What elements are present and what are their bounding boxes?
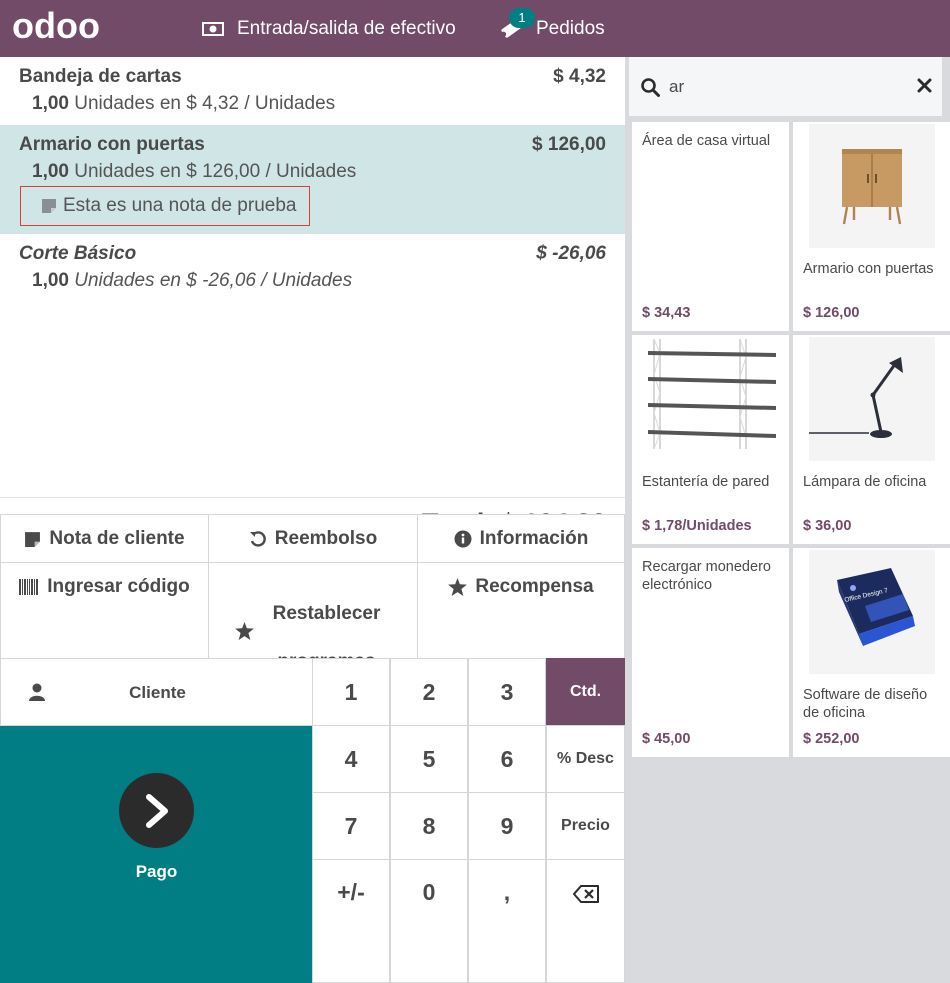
order-line-price: $ -26,06	[536, 243, 606, 264]
numpad-key-0[interactable]: 0	[390, 859, 468, 983]
order-line-price: $ 126,00	[532, 134, 606, 155]
product-image-lamp	[809, 337, 935, 461]
cash-in-out-label: Entrada/salida de efectivo	[237, 17, 456, 39]
mode-price-button[interactable]: Precio	[546, 792, 625, 860]
order-line-unit-text: Unidades en $ 126,00 / Unidades	[74, 161, 357, 182]
customer-label: Cliente	[129, 683, 186, 702]
enter-code-button[interactable]: Ingresar código	[0, 562, 209, 659]
product-name: Estantería de pared	[642, 474, 770, 490]
order-line-detail: 1,00 Unidades en $ 4,32 / Unidades	[32, 93, 335, 115]
mode-discount-button[interactable]: % Desc	[546, 725, 625, 793]
product-card[interactable]: Área de casa virtual $ 34,43	[632, 122, 789, 331]
order-line-name: Corte Básico	[19, 243, 137, 264]
products-panel: Área de casa virtual $ 34,43 Armario con…	[625, 57, 950, 983]
numpad-key-3[interactable]: 3	[468, 658, 546, 726]
numpad-key-8[interactable]: 8	[390, 792, 468, 860]
product-image-shelf	[640, 337, 782, 461]
star-icon	[234, 622, 254, 640]
payment-arrow	[119, 773, 194, 848]
pad-zone: Cliente Pago 1 2 3 Ctd. 4 5 6 % Desc 7 8…	[0, 658, 625, 983]
search-icon	[641, 78, 660, 102]
backspace-icon	[572, 885, 599, 903]
product-card[interactable]: Recargar monedero electrónico $ 45,00	[632, 548, 789, 757]
order-line-unit-text: Unidades en $ -26,06 / Unidades	[74, 270, 353, 291]
refund-button[interactable]: Reembolso	[208, 514, 418, 563]
payment-button[interactable]: Pago	[0, 726, 313, 983]
customer-note-button[interactable]: Nota de cliente	[0, 514, 209, 563]
order-line-detail: 1,00 Unidades en $ -26,06 / Unidades	[32, 270, 352, 292]
numpad-key-4[interactable]: 4	[312, 725, 390, 793]
order-line-qty: 1,00	[32, 270, 69, 291]
product-price: $ 126,00	[803, 305, 860, 321]
info-label: Información	[479, 528, 589, 549]
star-icon	[448, 578, 468, 596]
product-price: $ 1,78/Unidades	[642, 518, 752, 534]
order-line-qty: 1,00	[32, 93, 69, 114]
order-line-detail: 1,00 Unidades en $ 126,00 / Unidades	[32, 161, 356, 183]
mode-quantity-button[interactable]: Ctd.	[546, 658, 625, 726]
undo-icon	[249, 530, 267, 548]
payment-label: Pago	[135, 862, 178, 881]
product-name: Área de casa virtual	[642, 133, 771, 149]
sticky-note-icon	[24, 531, 41, 548]
order-line-unit-text: Unidades en $ 4,32 / Unidades	[74, 93, 336, 114]
numpad-key-5[interactable]: 5	[390, 725, 468, 793]
product-price: $ 36,00	[803, 518, 852, 534]
numpad-key-2[interactable]: 2	[390, 658, 468, 726]
product-name: Armario con puertas	[803, 261, 934, 277]
order-line-note: Esta es una nota de prueba	[20, 186, 310, 226]
barcode-icon	[19, 579, 39, 595]
product-card[interactable]: Lámpara de oficina $ 36,00	[793, 335, 950, 544]
product-price: $ 34,43	[642, 305, 691, 321]
order-line-qty: 1,00	[32, 161, 69, 182]
product-price: $ 45,00	[642, 731, 691, 747]
customer-note-label: Nota de cliente	[49, 528, 185, 549]
order-line-selected[interactable]: Armario con puertas $ 126,00 1,00 Unidad…	[0, 125, 625, 234]
numpad-key-7[interactable]: 7	[312, 792, 390, 860]
customer-button[interactable]: Cliente	[0, 658, 313, 726]
money-icon	[201, 21, 225, 37]
info-icon	[454, 530, 472, 548]
odoo-logo: odoo	[12, 8, 108, 48]
order-line-name: Armario con puertas	[19, 134, 205, 155]
product-search-bar	[629, 57, 942, 116]
top-navbar: odoo Entrada/salida de efectivo 1 Pedido…	[0, 0, 950, 57]
orders-label: Pedidos	[536, 17, 605, 39]
svg-text:odoo: odoo	[12, 8, 100, 46]
chevron-right-icon	[145, 793, 168, 828]
order-line-name: Bandeja de cartas	[19, 66, 182, 87]
info-button[interactable]: Información	[417, 514, 625, 563]
order-line[interactable]: Corte Básico $ -26,06 1,00 Unidades en $…	[0, 234, 625, 302]
cash-in-out-button[interactable]: Entrada/salida de efectivo	[201, 0, 456, 57]
control-buttons: Nota de cliente Reembolso Información In…	[0, 514, 625, 672]
product-name: Lámpara de oficina	[803, 474, 927, 490]
numpad-key-9[interactable]: 9	[468, 792, 546, 860]
order-line[interactable]: Bandeja de cartas $ 4,32 1,00 Unidades e…	[0, 57, 625, 125]
product-price: $ 252,00	[803, 731, 860, 747]
clear-search-icon[interactable]	[917, 78, 932, 98]
numpad-key-6[interactable]: 6	[468, 725, 546, 793]
product-card[interactable]: Armario con puertas $ 126,00	[793, 122, 950, 331]
product-image-software-box: Office Design 7	[809, 550, 935, 674]
reward-button[interactable]: Recompensa	[417, 562, 625, 659]
sticky-note-icon	[41, 198, 57, 214]
numpad-key-1[interactable]: 1	[312, 658, 390, 726]
product-name: Recargar monedero electrónico	[642, 559, 771, 593]
orders-count-badge: 1	[509, 8, 535, 28]
backspace-button[interactable]	[546, 859, 625, 983]
refund-label: Reembolso	[274, 528, 378, 549]
product-card[interactable]: Office Design 7 Software de diseño de of…	[793, 548, 950, 757]
reset-programs-button[interactable]: Restablecer programas	[208, 562, 418, 672]
reward-label: Recompensa	[475, 576, 594, 597]
numpad-key-plus-minus[interactable]: +/-	[312, 859, 390, 983]
product-card[interactable]: Estantería de pared $ 1,78/Unidades	[632, 335, 789, 544]
search-input[interactable]	[669, 71, 909, 103]
order-line-note-text: Esta es una nota de prueba	[63, 195, 297, 216]
order-line-price: $ 4,32	[553, 66, 606, 87]
product-image-cabinet	[809, 124, 935, 248]
numpad-key-decimal[interactable]: ,	[468, 859, 546, 983]
enter-code-label: Ingresar código	[47, 576, 190, 597]
product-name: Software de diseño de oficina	[803, 687, 928, 721]
orders-button[interactable]: 1 Pedidos	[498, 0, 605, 57]
